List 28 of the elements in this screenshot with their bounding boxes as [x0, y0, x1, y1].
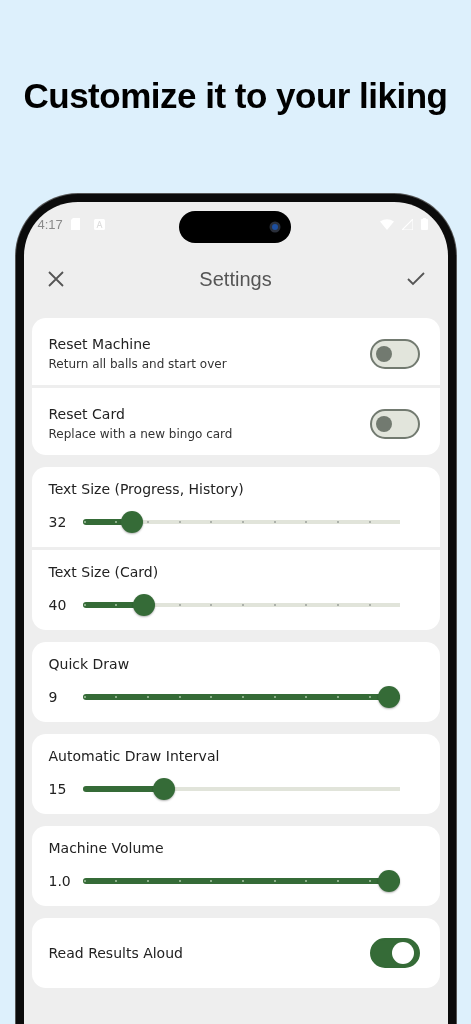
- setting-title: Automatic Draw Interval: [48, 748, 221, 764]
- slider-thumb[interactable]: [377, 686, 400, 708]
- slider-value: 40: [48, 597, 68, 613]
- slider-thumb[interactable]: [132, 594, 155, 616]
- headline: Customize it to your liking: [23, 76, 448, 116]
- slider-thumb[interactable]: [120, 511, 143, 533]
- slider-value: 32: [48, 514, 68, 530]
- screen-title: Settings: [199, 267, 272, 291]
- status-time: 4:17: [37, 216, 63, 232]
- setting-title: Text Size (Progress, History): [48, 481, 245, 497]
- setting-title: Read Results Aloud: [48, 945, 184, 961]
- toggle-switch[interactable]: [369, 338, 420, 369]
- camera-icon: [268, 221, 281, 233]
- setting-description: Replace with a new bingo card: [48, 427, 234, 441]
- setting-title: Text Size (Card): [48, 564, 160, 580]
- setting-title: Reset Card: [48, 406, 126, 422]
- slider-value: 9: [48, 689, 59, 705]
- slider-thumb[interactable]: [377, 870, 400, 892]
- setting-title: Quick Draw: [48, 656, 131, 672]
- slider-value: 1.0: [48, 873, 71, 889]
- setting-description: Return all balls and start over: [48, 357, 228, 371]
- toggle-switch[interactable]: [369, 408, 420, 439]
- setting-title: Machine Volume: [48, 840, 165, 856]
- notification-icon: [93, 218, 105, 230]
- toggle-switch[interactable]: [369, 938, 420, 968]
- slider-value: 15: [48, 781, 68, 797]
- setting-title: Reset Machine: [48, 336, 152, 352]
- slider-thumb[interactable]: [153, 778, 176, 800]
